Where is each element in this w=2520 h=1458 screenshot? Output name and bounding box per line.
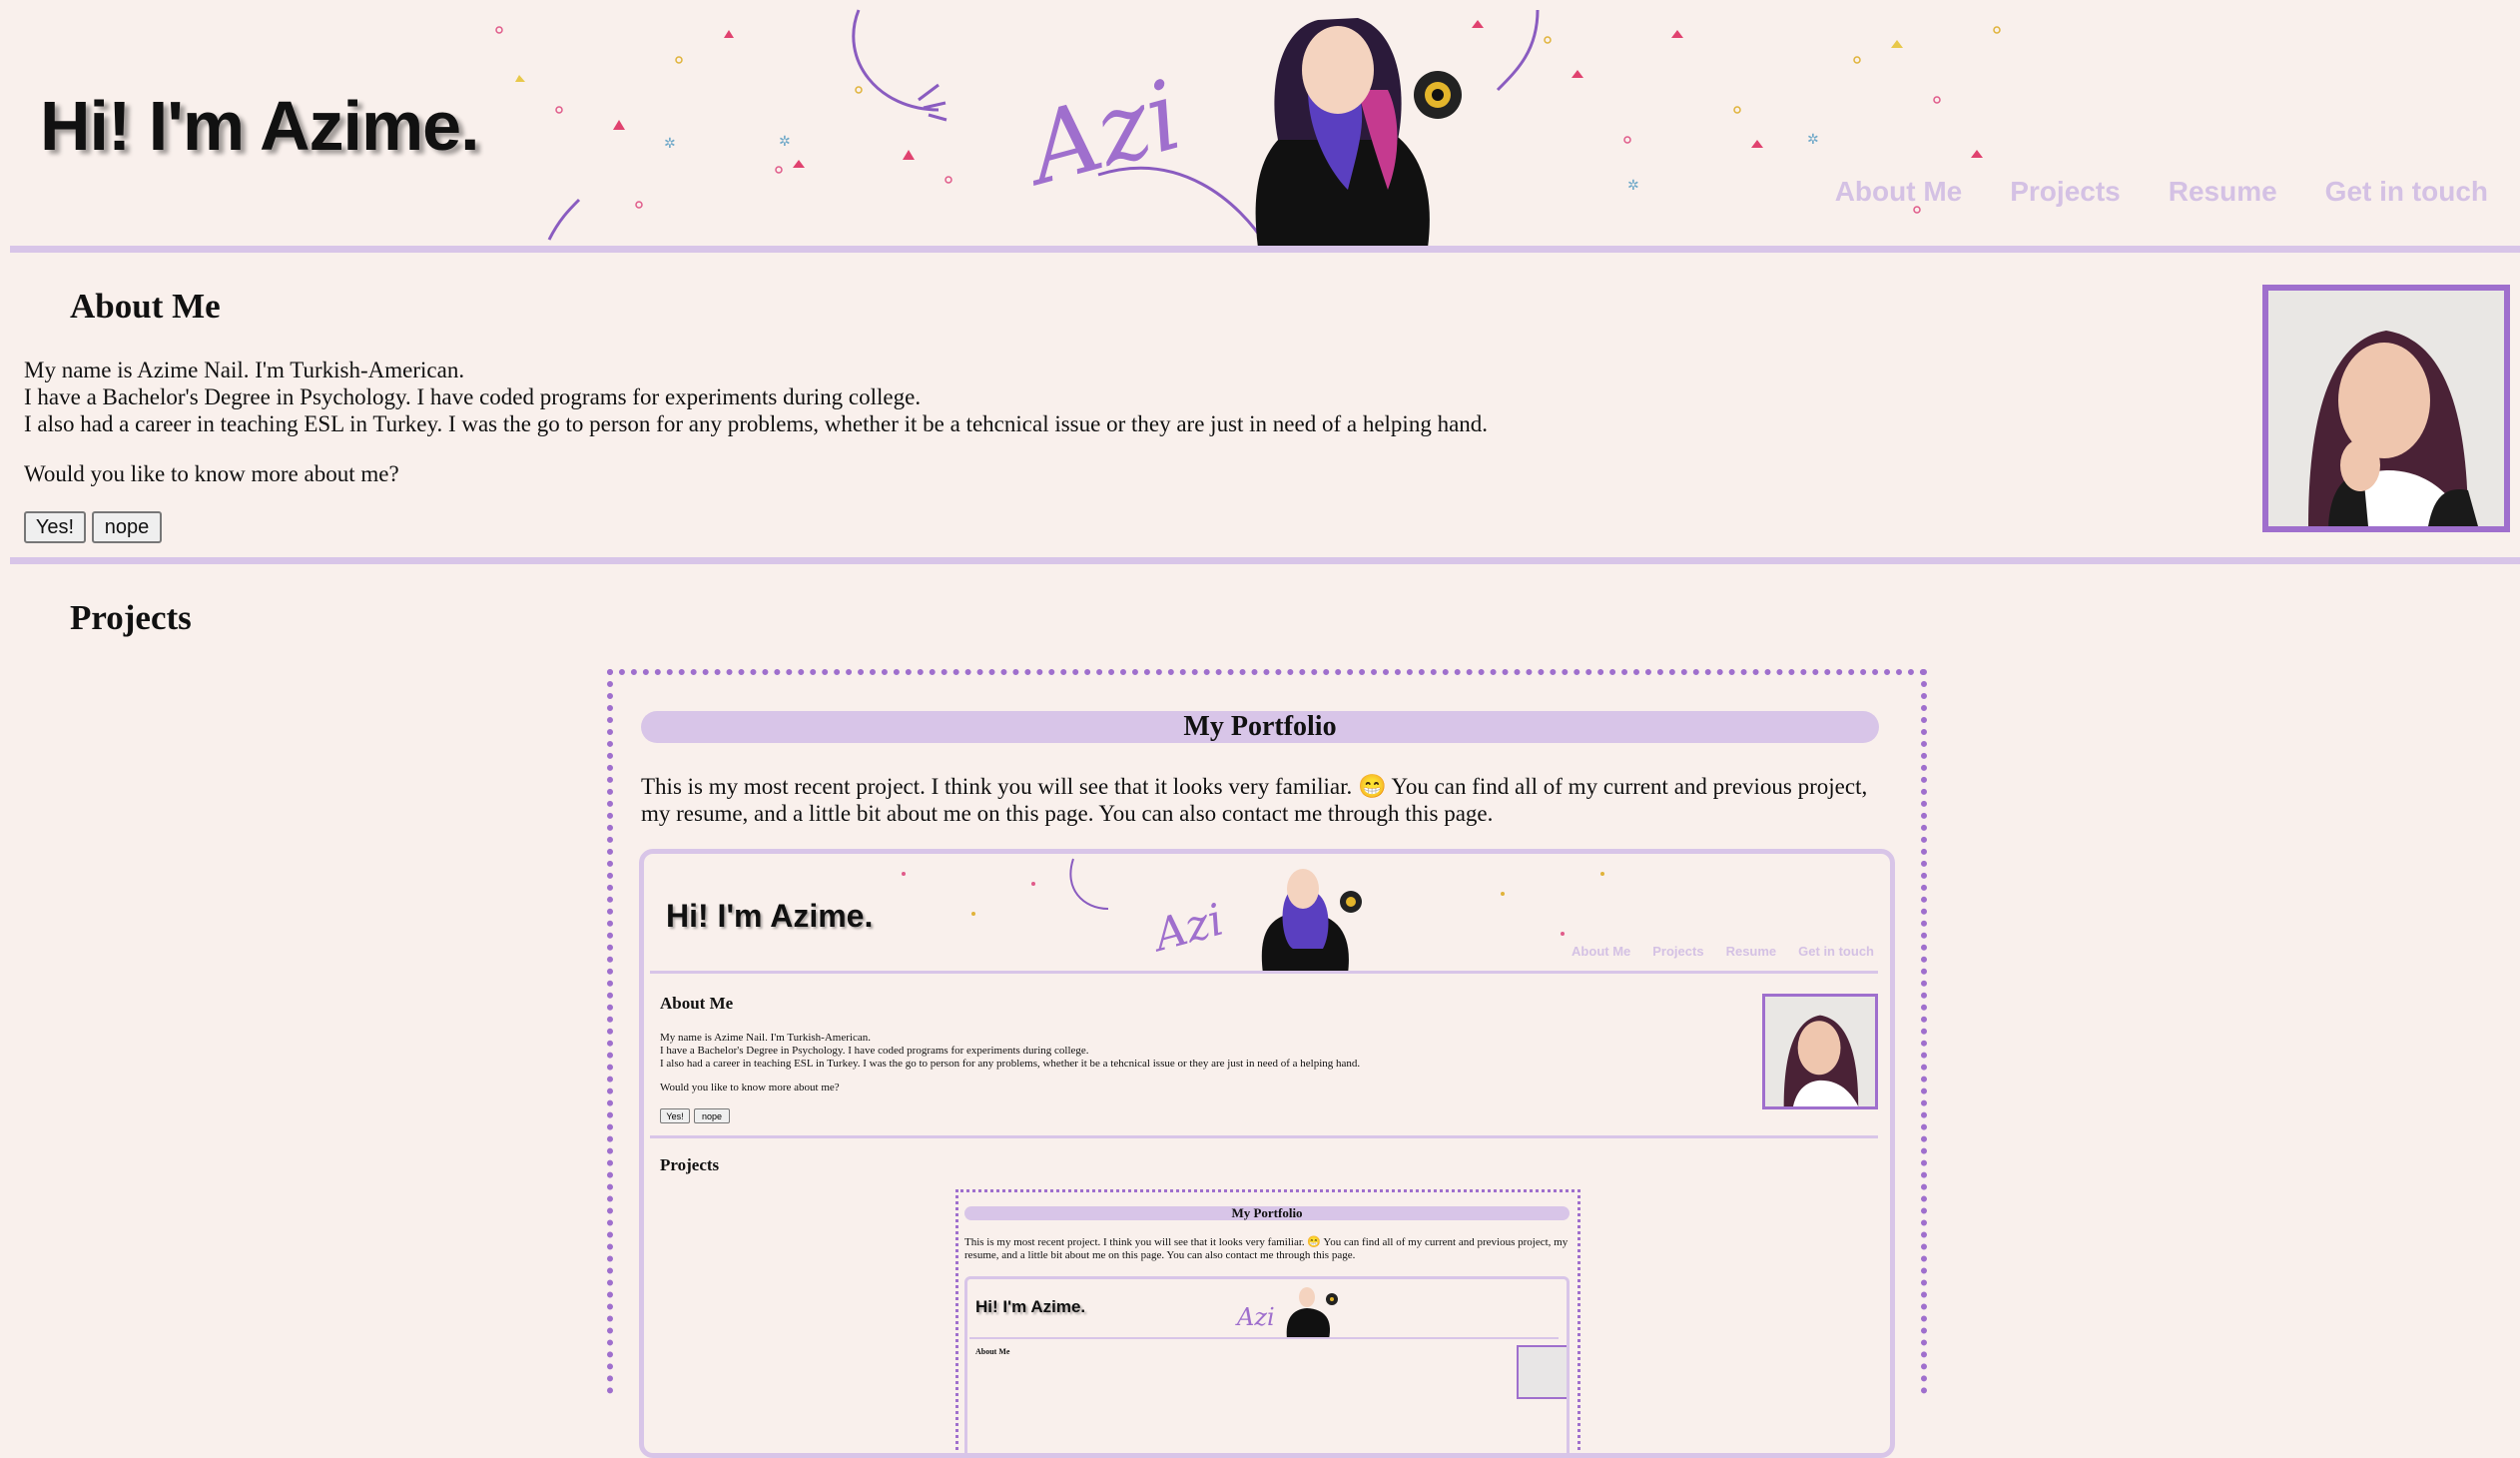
nested-about-heading: About Me <box>975 1347 1010 1356</box>
about-line: I also had a career in teaching ESL in T… <box>24 411 1489 436</box>
header-banner-illustration: ✲ ✲ ✲ ✲ Azi <box>495 9 2001 248</box>
project-preview-screenshot[interactable]: Hi! I'm Azime. Azi About Me Projects Res… <box>639 849 1895 1458</box>
preview-azi-signature: Azi <box>1145 895 1229 963</box>
about-divider <box>10 557 2520 564</box>
preview-project-title: My Portfolio <box>964 1206 1570 1220</box>
preview-about-question: Would you like to know more about me? <box>660 1082 840 1094</box>
nav-resume[interactable]: Resume <box>2169 176 2277 208</box>
profile-photo <box>2262 285 2510 532</box>
main-nav: About Me Projects Resume Get in touch <box>1787 176 2488 208</box>
about-text: My name is Azime Nail. I'm Turkish-Ameri… <box>24 357 2220 437</box>
nested-divider <box>969 1337 1559 1339</box>
svg-text:✲: ✲ <box>1807 133 1819 148</box>
project-card: My Portfolio This is my most recent proj… <box>607 669 1927 1458</box>
projects-heading: Projects <box>70 598 192 637</box>
about-question: Would you like to know more about me? <box>24 461 399 486</box>
confetti-decoration: ✲ ✲ ✲ ✲ <box>495 20 2001 214</box>
preview-project-description: This is my most recent project. I think … <box>964 1236 1569 1261</box>
preview-nav-item: Resume <box>1725 944 1777 959</box>
header-divider <box>10 246 2520 253</box>
nested-site-title: Hi! I'm Azime. <box>975 1297 1086 1316</box>
project-description: This is my most recent project. I think … <box>641 774 1868 826</box>
preview-project-card: My Portfolio This is my most recent proj… <box>955 1189 1580 1453</box>
preview-about-line: My name is Azime Nail. I'm Turkish-Ameri… <box>660 1032 871 1044</box>
preview-about-line: I also had a career in teaching ESL in T… <box>660 1058 1361 1070</box>
nested-banner-illustration: Azi <box>1235 1287 1338 1339</box>
nope-button[interactable]: nope <box>92 511 162 543</box>
preview-banner-illustration: Azi <box>902 858 1604 974</box>
nav-get-in-touch[interactable]: Get in touch <box>2325 176 2488 208</box>
preview-nav-item: Get in touch <box>1798 944 1874 959</box>
yes-button[interactable]: Yes! <box>24 511 86 543</box>
preview-nav-item: Projects <box>1652 944 1704 959</box>
preview-projects-heading: Projects <box>660 1155 720 1174</box>
avatar-illustration <box>1255 18 1462 248</box>
preview-site-title: Hi! I'm Azime. <box>666 898 874 934</box>
svg-text:✲: ✲ <box>664 137 676 152</box>
preview-yes-button: Yes! <box>660 1108 690 1123</box>
azi-signature: Azi <box>1010 59 1192 208</box>
nested-azi-signature: Azi <box>1235 1303 1275 1331</box>
preview-nested-screenshot: Hi! I'm Azime. Azi About Me <box>964 1276 1570 1453</box>
preview-profile-photo <box>1762 994 1878 1109</box>
nested-profile-photo <box>1517 1345 1567 1399</box>
preview-nav-item: About Me <box>1572 944 1631 959</box>
site-title: Hi! I'm Azime. <box>40 87 480 165</box>
about-heading: About Me <box>70 287 221 326</box>
preview-about-line: I have a Bachelor's Degree in Psychology… <box>660 1045 1089 1057</box>
preview-nav: About Me Projects Resume Get in touch <box>1550 944 1874 959</box>
nav-projects[interactable]: Projects <box>2010 176 2121 208</box>
svg-text:✲: ✲ <box>1627 179 1639 194</box>
preview-about-heading: About Me <box>660 994 734 1013</box>
preview-divider <box>650 971 1878 974</box>
preview-divider <box>650 1135 1878 1138</box>
nav-about-me[interactable]: About Me <box>1835 176 1963 208</box>
svg-text:✲: ✲ <box>779 135 791 150</box>
project-title: My Portfolio <box>641 711 1879 743</box>
about-line: My name is Azime Nail. I'm Turkish-Ameri… <box>24 358 465 382</box>
preview-nope-button: nope <box>694 1108 730 1123</box>
site-header: Hi! I'm Azime. ✲ ✲ ✲ ✲ Azi About Me Proj… <box>0 0 2520 248</box>
about-line: I have a Bachelor's Degree in Psychology… <box>24 384 922 409</box>
